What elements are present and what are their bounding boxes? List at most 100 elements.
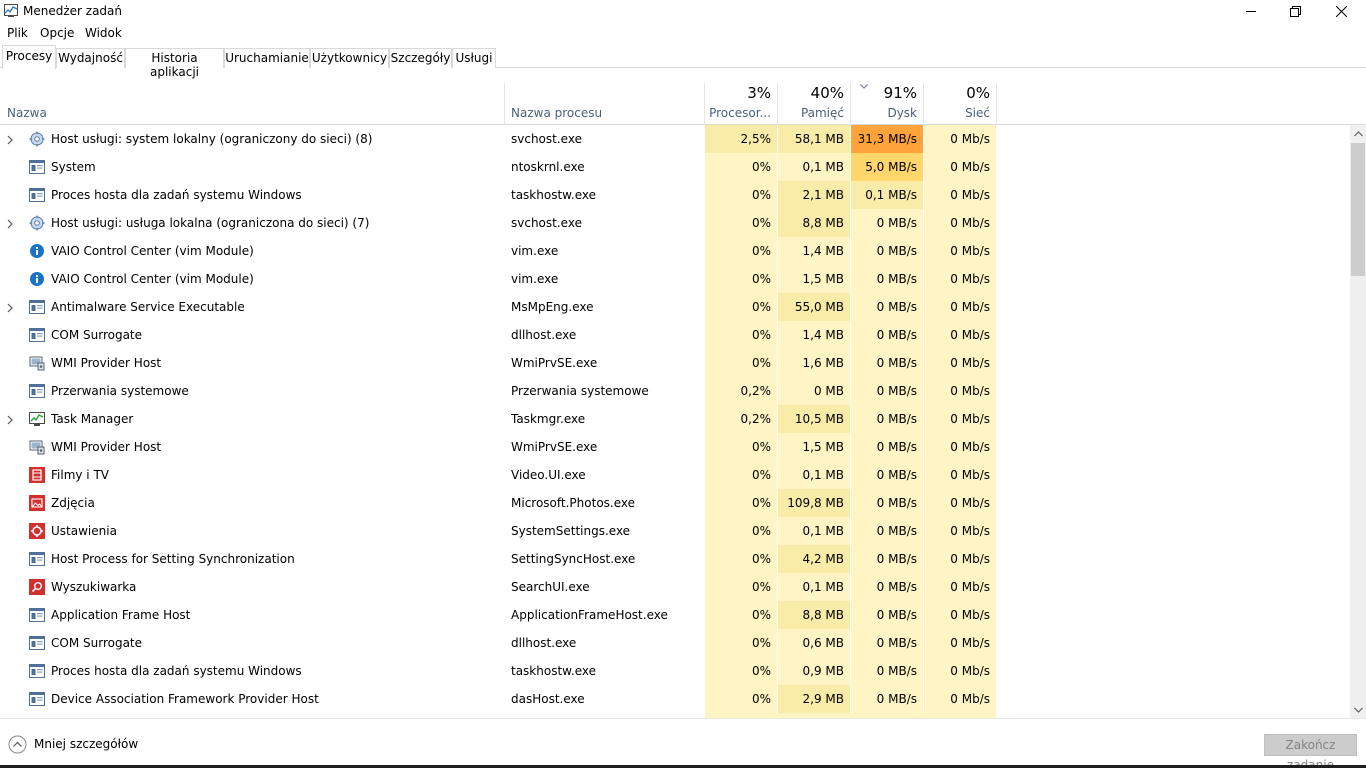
process-name: Wyszukiwarka — [51, 580, 137, 594]
scroll-up-button[interactable] — [1350, 125, 1366, 142]
tab-users[interactable]: Użytkownicy — [310, 48, 389, 68]
network-value: 0 Mb/s — [924, 265, 996, 293]
column-disk[interactable]: Dysk — [851, 106, 917, 120]
process-row[interactable]: System ntoskrnl.exe 0% 0,1 MB 5,0 MB/s 0 Mb/s — [0, 153, 1350, 181]
minimize-button[interactable] — [1228, 0, 1274, 22]
memory-value: 1,5 MB — [778, 433, 850, 461]
tab-performance[interactable]: Wydajność — [56, 48, 125, 68]
process-row[interactable]: VAIO Control Center (vim Module) vim.exe 0… — [0, 265, 1350, 293]
process-row[interactable]: Filmy i TV Video.UI.exe 0% 0,1 MB 0 MB/s 0 Mb… — [0, 461, 1350, 489]
disk-value: 0,1 MB/s — [851, 181, 923, 209]
column-memory[interactable]: Pamięć — [778, 106, 844, 120]
process-executable: svchost.exe — [511, 132, 582, 146]
process-row[interactable]: Proces hosta dla zadań systemu Windows ta… — [0, 657, 1350, 685]
memory-value: 0,1 MB — [778, 573, 850, 601]
network-value: 0 Mb/s — [924, 237, 996, 265]
column-network[interactable]: Sieć — [924, 106, 990, 120]
menu-options[interactable]: Opcje — [40, 26, 74, 40]
menu-file[interactable]: Plik — [7, 26, 28, 40]
window-icon — [29, 383, 45, 399]
menu-view[interactable]: Widok — [85, 26, 122, 40]
info-icon — [29, 271, 45, 287]
network-value: 0 Mb/s — [924, 517, 996, 545]
network-value: 0 Mb/s — [924, 685, 996, 713]
process-row[interactable]: WMI Provider Host WmiPrvSE.exe 0% 1,5 MB 0 M… — [0, 433, 1350, 461]
process-row[interactable]: COM Surrogate dllhost.exe 0% 0,6 MB 0 MB/s 0 … — [0, 629, 1350, 657]
process-row[interactable]: Host Process for Setting Synchronization… — [0, 545, 1350, 573]
cpu-value: 0% — [705, 209, 777, 237]
tab-processes[interactable]: Procesy — [2, 45, 56, 69]
process-row[interactable]: WMI Provider Host WmiPrvSE.exe 0% 1,6 MB 0 M… — [0, 349, 1350, 377]
network-value: 0 Mb/s — [924, 629, 996, 657]
disk-value: 0 MB/s — [851, 265, 923, 293]
process-name: WMI Provider Host — [51, 440, 162, 454]
memory-value: 109,8 MB — [778, 489, 850, 517]
process-row[interactable]: COM Surrogate dllhost.exe 0% 1,4 MB 0 MB/s 0 … — [0, 321, 1350, 349]
memory-value: 58,1 MB — [778, 125, 850, 153]
tab-details[interactable]: Szczegóły — [389, 48, 452, 68]
expand-chevron-icon[interactable] — [7, 134, 13, 148]
window-icon — [29, 299, 45, 315]
process-row[interactable]: Przerwania systemowe Przerwania systemowe… — [0, 377, 1350, 405]
process-row[interactable]: Zdjęcia Microsoft.Photos.exe 0% 109,8 MB 0 M… — [0, 489, 1350, 517]
scroll-down-button[interactable] — [1350, 701, 1366, 718]
tab-startup[interactable]: Uruchamianie — [224, 48, 310, 68]
window-title: Menedżer zadań — [23, 4, 122, 18]
film-icon — [29, 467, 45, 483]
process-executable: taskhostw.exe — [511, 188, 596, 202]
wmi-icon — [29, 355, 45, 371]
process-name: Device Association Framework Provider Ho… — [51, 692, 319, 706]
network-value: 0 Mb/s — [924, 657, 996, 685]
end-task-button[interactable]: Zakończ zadanie — [1264, 734, 1357, 768]
process-executable: dasHost.exe — [511, 692, 585, 706]
disk-value: 31,3 MB/s — [851, 125, 923, 153]
memory-value: 2,9 MB — [778, 685, 850, 713]
expand-chevron-icon[interactable] — [7, 218, 13, 232]
process-executable: WmiPrvSE.exe — [511, 356, 598, 370]
process-row[interactable]: Wyszukiwarka SearchUI.exe 0% 0,1 MB 0 MB/s 0 … — [0, 573, 1350, 601]
cpu-value: 0,2% — [705, 405, 777, 433]
process-row[interactable]: Host usługi: system lokalny (ograniczony… — [0, 125, 1350, 153]
memory-value: 0,6 MB — [778, 629, 850, 657]
process-row[interactable]: Task Manager Taskmgr.exe 0,2% 10,5 MB 0 MB/s… — [0, 405, 1350, 433]
network-value: 0 Mb/s — [924, 545, 996, 573]
process-row[interactable]: Host usługi: usługa lokalna (ograniczona… — [0, 209, 1350, 237]
expand-chevron-icon[interactable] — [7, 302, 13, 316]
close-button[interactable] — [1318, 0, 1364, 22]
expand-chevron-icon[interactable] — [7, 414, 13, 428]
process-executable: vim.exe — [511, 244, 559, 258]
restore-button[interactable] — [1272, 0, 1318, 22]
tab-app-history[interactable]: Historia aplikacji — [125, 48, 224, 79]
memory-value: 0,1 MB — [778, 461, 850, 489]
collapse-circle-icon[interactable] — [8, 735, 27, 754]
info-icon — [29, 243, 45, 259]
process-name: WMI Provider Host — [51, 356, 162, 370]
column-process-name[interactable]: Nazwa procesu — [511, 106, 602, 120]
column-name[interactable]: Nazwa — [7, 106, 47, 120]
process-row[interactable]: Ustawienia SystemSettings.exe 0% 0,1 MB 0 MB… — [0, 517, 1350, 545]
less-details-link[interactable]: Mniej szczegółów — [34, 737, 138, 751]
process-row[interactable]: Antimalware Service Executable MsMpEng.ex… — [0, 293, 1350, 321]
process-executable: dllhost.exe — [511, 636, 577, 650]
process-name: VAIO Control Center (vim Module) — [51, 244, 254, 258]
disk-value: 0 MB/s — [851, 489, 923, 517]
network-value: 0 Mb/s — [924, 125, 996, 153]
process-row[interactable]: Application Frame Host ApplicationFrameHo… — [0, 601, 1350, 629]
process-row[interactable]: Device Association Framework Provider Ho… — [0, 685, 1350, 713]
tab-services[interactable]: Usługi — [452, 48, 496, 68]
disk-value: 0 MB/s — [851, 349, 923, 377]
process-executable: Przerwania systemowe — [511, 384, 649, 398]
process-name: COM Surrogate — [51, 636, 143, 650]
column-separator — [504, 83, 505, 125]
process-row[interactable]: Proces hosta dla zadań systemu Windows ta… — [0, 181, 1350, 209]
vertical-scrollbar[interactable] — [1350, 125, 1366, 718]
network-value: 0 Mb/s — [924, 377, 996, 405]
cpu-value: 0% — [705, 153, 777, 181]
cpu-value: 0% — [705, 657, 777, 685]
memory-value: 10,5 MB — [778, 405, 850, 433]
process-executable: SystemSettings.exe — [511, 524, 631, 538]
scroll-thumb[interactable] — [1351, 143, 1365, 276]
column-cpu[interactable]: Procesor... — [705, 106, 771, 120]
process-executable: ApplicationFrameHost.exe — [511, 608, 668, 622]
process-row[interactable]: VAIO Control Center (vim Module) vim.exe 0… — [0, 237, 1350, 265]
